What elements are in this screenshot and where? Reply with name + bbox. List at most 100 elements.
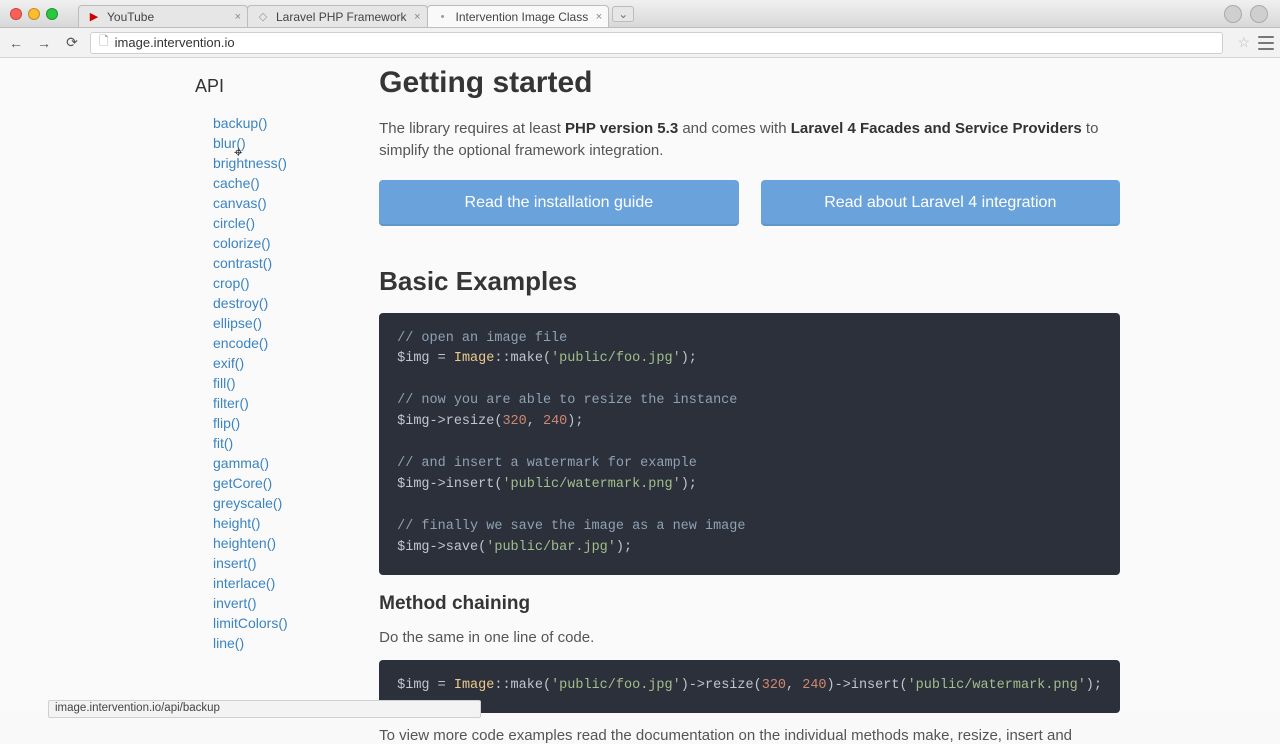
- api-link-circle[interactable]: circle(): [213, 215, 255, 231]
- laravel-integration-button[interactable]: Read about Laravel 4 integration: [761, 180, 1120, 226]
- code-string: 'public/foo.jpg': [551, 351, 681, 366]
- browser-tabs: ▶ YouTube × ◇ Laravel PHP Framework × • …: [78, 0, 634, 27]
- api-link-backup[interactable]: backup(): [213, 115, 267, 131]
- code-text: $img->insert(: [397, 477, 502, 492]
- api-link-insert[interactable]: insert(): [213, 555, 257, 571]
- code-text: );: [681, 477, 697, 492]
- page-icon: •: [436, 10, 450, 24]
- code-text: );: [616, 540, 632, 555]
- api-link-canvas[interactable]: canvas(): [213, 195, 267, 211]
- extension-icon[interactable]: [1224, 5, 1242, 23]
- tab-youtube[interactable]: ▶ YouTube ×: [78, 5, 248, 27]
- reload-button[interactable]: ⟳: [62, 33, 82, 53]
- api-link-colorize[interactable]: colorize(): [213, 235, 271, 251]
- lead-paragraph: The library requires at least PHP versio…: [379, 118, 1120, 162]
- code-string: 'public/bar.jpg': [486, 540, 616, 555]
- youtube-icon: ▶: [87, 10, 101, 24]
- hamburger-menu-icon[interactable]: [1258, 36, 1274, 50]
- code-string: 'public/foo.jpg': [551, 678, 681, 693]
- close-icon[interactable]: ×: [414, 11, 420, 23]
- code-text: )->resize(: [681, 678, 762, 693]
- lead-text: and comes with: [678, 120, 791, 137]
- api-link-fit[interactable]: fit(): [213, 435, 233, 451]
- lead-text: The library requires at least: [379, 120, 565, 137]
- code-text: ::make(: [494, 351, 551, 366]
- back-button[interactable]: ←: [6, 33, 26, 53]
- api-link-crop[interactable]: crop(): [213, 275, 250, 291]
- api-link-invert[interactable]: invert(): [213, 595, 257, 611]
- code-comment: // and insert a watermark for example: [397, 456, 697, 471]
- code-string: 'public/watermark.png': [908, 678, 1086, 693]
- forward-button[interactable]: →: [34, 33, 54, 53]
- zoom-window-button[interactable]: [46, 8, 58, 20]
- page-title: Getting started: [379, 66, 1120, 100]
- api-link-flip[interactable]: flip(): [213, 415, 240, 431]
- api-method-list: backup() blur() brightness() cache() can…: [195, 115, 379, 651]
- code-text: $img =: [397, 678, 454, 693]
- page-icon: ◇: [256, 10, 270, 24]
- status-bar-link-preview: image.intervention.io/api/backup: [48, 700, 481, 718]
- code-text: $img =: [397, 351, 454, 366]
- code-block-basic: // open an image file $img = Image::make…: [379, 313, 1120, 575]
- install-guide-button[interactable]: Read the installation guide: [379, 180, 738, 226]
- php-version: PHP version 5.3: [565, 120, 678, 137]
- url-text: image.intervention.io: [115, 35, 235, 50]
- api-link-line[interactable]: line(): [213, 635, 244, 651]
- tab-label: Laravel PHP Framework: [276, 10, 407, 24]
- laravel-feature: Laravel 4 Facades and Service Providers: [791, 120, 1082, 137]
- api-link-cache[interactable]: cache(): [213, 175, 260, 191]
- code-class: Image: [454, 678, 495, 693]
- api-link-blur[interactable]: blur(): [213, 135, 246, 151]
- api-link-fill[interactable]: fill(): [213, 375, 236, 391]
- address-bar-row: ← → ⟳ 🗋 image.intervention.io ☆: [0, 28, 1280, 58]
- api-link-limitcolors[interactable]: limitColors(): [213, 615, 288, 631]
- code-comment: // finally we save the image as a new im…: [397, 519, 745, 534]
- new-tab-button[interactable]: ⌄: [612, 6, 634, 22]
- code-text: $img->save(: [397, 540, 486, 555]
- api-link-greyscale[interactable]: greyscale(): [213, 495, 282, 511]
- code-text: );: [1086, 678, 1102, 693]
- traffic-lights: [10, 8, 58, 20]
- code-text: $img->resize(: [397, 414, 502, 429]
- api-link-brightness[interactable]: brightness(): [213, 155, 287, 171]
- section-heading-examples: Basic Examples: [379, 266, 1120, 297]
- code-string: 'public/watermark.png': [502, 477, 680, 492]
- tab-label: Intervention Image Class: [456, 10, 589, 24]
- code-comment: // open an image file: [397, 331, 567, 346]
- window-titlebar: ▶ YouTube × ◇ Laravel PHP Framework × • …: [0, 0, 1280, 28]
- tab-laravel[interactable]: ◇ Laravel PHP Framework ×: [247, 5, 428, 27]
- api-link-ellipse[interactable]: ellipse(): [213, 315, 262, 331]
- api-link-getcore[interactable]: getCore(): [213, 475, 272, 491]
- api-link-gamma[interactable]: gamma(): [213, 455, 269, 471]
- close-icon[interactable]: ×: [235, 11, 241, 23]
- code-text: ::make(: [494, 678, 551, 693]
- api-link-encode[interactable]: encode(): [213, 335, 268, 351]
- code-comment: // now you are able to resize the instan…: [397, 393, 737, 408]
- close-window-button[interactable]: [10, 8, 22, 20]
- address-bar[interactable]: 🗋 image.intervention.io: [90, 32, 1223, 54]
- api-link-heighten[interactable]: heighten(): [213, 535, 276, 551]
- tab-label: YouTube: [107, 10, 154, 24]
- sidebar-heading: API: [195, 76, 379, 97]
- api-link-destroy[interactable]: destroy(): [213, 295, 268, 311]
- api-link-height[interactable]: height(): [213, 515, 260, 531]
- code-number: 240: [543, 414, 567, 429]
- minimize-window-button[interactable]: [28, 8, 40, 20]
- code-number: 320: [502, 414, 526, 429]
- profile-icon[interactable]: [1250, 5, 1268, 23]
- tab-intervention[interactable]: • Intervention Image Class ×: [427, 5, 610, 27]
- closing-paragraph: To view more code examples read the docu…: [379, 727, 1120, 744]
- api-link-exif[interactable]: exif(): [213, 355, 244, 371]
- bookmark-star-icon[interactable]: ☆: [1237, 34, 1250, 51]
- chrome-extension-icons: [1224, 5, 1268, 23]
- main-content: Getting started The library requires at …: [379, 58, 1280, 712]
- close-icon[interactable]: ×: [596, 11, 602, 23]
- api-link-interlace[interactable]: interlace(): [213, 575, 275, 591]
- code-text: );: [567, 414, 583, 429]
- site-info-icon[interactable]: 🗋: [99, 32, 109, 53]
- api-link-contrast[interactable]: contrast(): [213, 255, 272, 271]
- code-text: );: [681, 351, 697, 366]
- api-link-filter[interactable]: filter(): [213, 395, 249, 411]
- chaining-description: Do the same in one line of code.: [379, 629, 1120, 646]
- code-number: 240: [802, 678, 826, 693]
